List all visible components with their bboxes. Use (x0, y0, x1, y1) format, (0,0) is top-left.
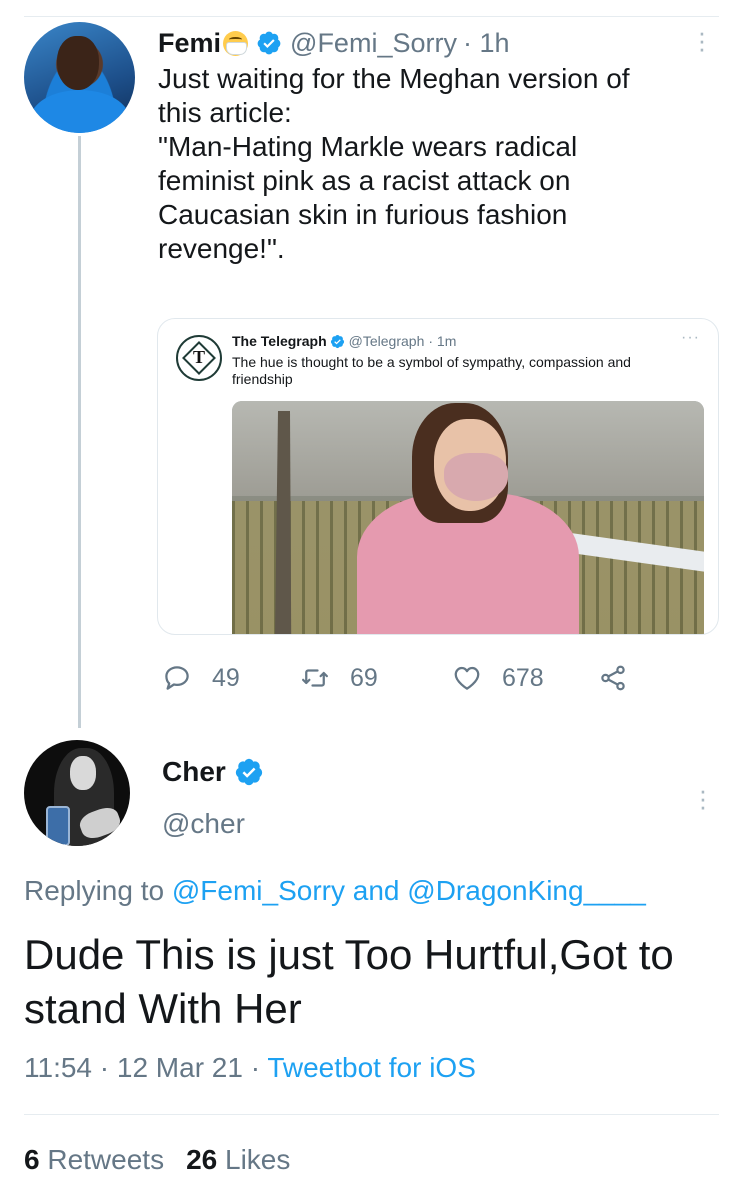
verified-badge-icon (235, 758, 262, 786)
femi-timestamp: · 1h (462, 27, 510, 58)
like-icon (454, 666, 480, 690)
telegraph-avatar: T (176, 335, 222, 381)
reply-icon (165, 666, 189, 690)
likes-stat[interactable]: 26 Likes (186, 1144, 290, 1175)
quoted-display-name: The Telegraph (232, 333, 327, 349)
retweets-label: Retweets (47, 1144, 165, 1175)
mention-dragonking-link[interactable]: @DragonKing____ (407, 875, 646, 906)
share-icon (601, 665, 625, 691)
thread-line (78, 136, 81, 728)
quoted-handle: @Telegraph (348, 333, 425, 349)
avatar-bottle (46, 806, 70, 846)
reply-count: 49 (212, 663, 240, 692)
femi-display-name[interactable]: Femi (158, 28, 221, 59)
quoted-tweet-text: The hue is thought to be a symbol of sym… (232, 354, 631, 387)
femi-tweet-text: Just waiting for the Meghan version of t… (158, 63, 630, 264)
avatar-face (70, 756, 96, 790)
quoted-tweet-header: The Telegraph @Telegraph · 1m (232, 333, 456, 349)
tweet-source-link[interactable]: Tweetbot for iOS (267, 1052, 476, 1083)
like-total: 26 (186, 1144, 218, 1175)
cher-handle[interactable]: @cher (162, 808, 245, 840)
verified-badge-icon (257, 31, 281, 55)
femi-more-options-icon[interactable]: · · · (697, 19, 707, 61)
like-count: 678 (502, 663, 544, 692)
cher-display-name[interactable]: Cher (162, 756, 226, 788)
telegraph-logo-letter: T (192, 347, 205, 367)
retweet-button[interactable]: 69 (300, 658, 378, 698)
cher-avatar[interactable] (24, 740, 130, 846)
quoted-tweet-photo[interactable] (232, 401, 704, 634)
tweet-timestamp: 11:54 · 12 Mar 21 · (24, 1052, 261, 1083)
avatar-face (57, 36, 99, 90)
like-button[interactable]: 678 (452, 658, 544, 698)
replying-to-line: Replying to @Femi_Sorry and @DragonKing_… (24, 875, 646, 907)
quoted-timestamp: · 1m (428, 333, 457, 349)
replying-prefix: Replying to (24, 875, 165, 906)
cher-more-options-icon[interactable]: · · · (698, 777, 708, 819)
avatar-shirt (30, 90, 130, 133)
retweet-icon (302, 669, 328, 687)
top-divider (24, 16, 719, 17)
mention-femi-link[interactable]: @Femi_Sorry (172, 875, 345, 906)
femi-tweet-header: Femi @Femi_Sorry · 1h (158, 26, 510, 60)
likes-label: Likes (225, 1144, 291, 1175)
quoted-more-options-icon: ··· (681, 329, 700, 346)
quoted-tweet-card[interactable]: T The Telegraph @Telegraph · 1m ··· The … (157, 318, 719, 635)
mention-and-text[interactable]: and (353, 875, 400, 906)
femi-action-bar: 49 69 678 (162, 658, 642, 698)
face-with-medical-mask-emoji-icon (223, 30, 249, 56)
stats-divider (24, 1114, 719, 1115)
verified-badge-icon (330, 334, 344, 348)
cher-tweet-text: Dude This is just Too Hurtful,Got to sta… (24, 931, 674, 1032)
cher-name-row: Cher (162, 756, 264, 788)
reply-button[interactable]: 49 (162, 658, 240, 698)
retweet-total: 6 (24, 1144, 40, 1175)
photo-face-mask (444, 453, 508, 501)
femi-handle[interactable]: @Femi_Sorry (290, 28, 457, 59)
retweet-count: 69 (350, 663, 378, 692)
retweets-stat[interactable]: 6 Retweets (24, 1144, 164, 1175)
femi-avatar[interactable] (24, 22, 135, 133)
tweet-meta: 11:54 · 12 Mar 21 · Tweetbot for iOS (24, 1052, 476, 1084)
tweet-stats: 6 Retweets 26 Likes (24, 1144, 290, 1176)
share-button[interactable] (598, 658, 628, 698)
